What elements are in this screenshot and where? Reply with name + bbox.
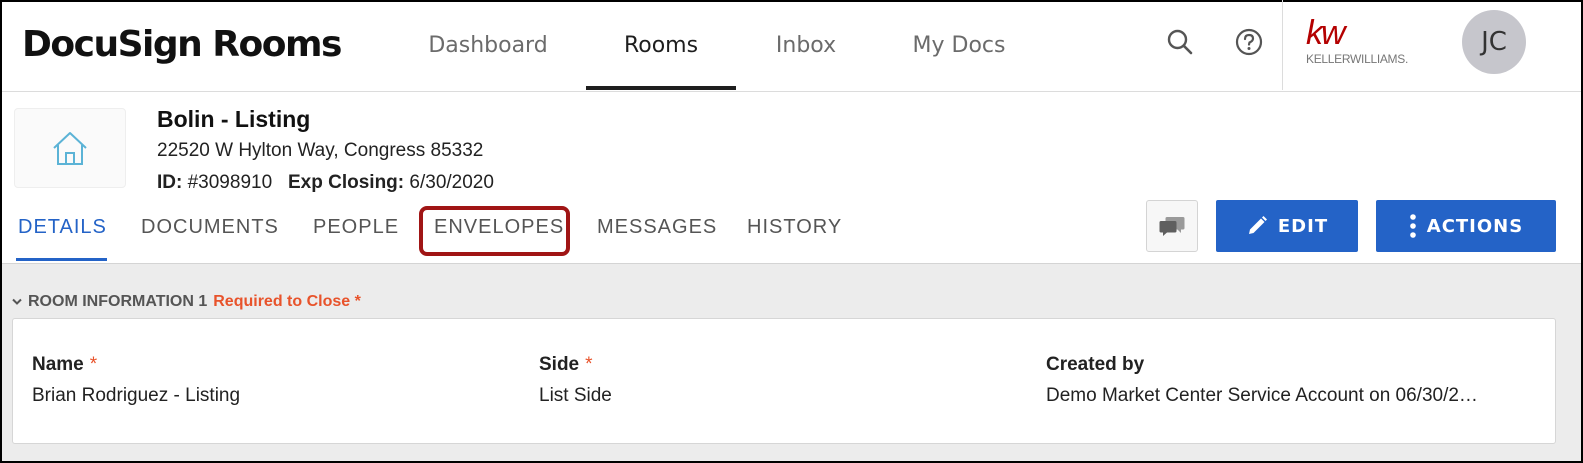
room-address: 22520 W Hylton Way, Congress 85332 (157, 140, 484, 161)
room-id-value: #3098910 (187, 172, 273, 193)
side-required-star: * (585, 354, 593, 375)
section-toggle[interactable]: ROOM INFORMATION 1 Required to Close * (12, 293, 361, 311)
more-vertical-icon (1409, 214, 1416, 238)
tab-messages[interactable]: MESSAGES (597, 216, 717, 248)
tab-history[interactable]: HISTORY (747, 216, 842, 248)
header-divider (1282, 0, 1283, 90)
actions-label: ACTIONS (1426, 215, 1524, 237)
section-title: ROOM INFORMATION 1 (28, 293, 208, 310)
nav-active-indicator (586, 86, 736, 90)
nav-inbox[interactable]: Inbox (756, 0, 856, 90)
nav-dashboard[interactable]: Dashboard (408, 0, 568, 90)
name-label-text: Name (32, 354, 84, 375)
chat-button[interactable] (1146, 200, 1198, 252)
edit-label: EDIT (1277, 215, 1329, 237)
actions-button[interactable]: ACTIONS (1376, 200, 1556, 252)
brand-text: KELLERWILLIAMS. (1306, 52, 1408, 66)
nav-my-docs[interactable]: My Docs (892, 0, 1026, 90)
room-id-label: ID: (157, 172, 183, 193)
room-info-card (12, 318, 1556, 444)
chevron-down-icon (12, 298, 22, 305)
field-label-name: Name * (32, 354, 97, 376)
nav-rooms[interactable]: Rooms (586, 0, 736, 90)
closing-label: Exp Closing: (288, 172, 405, 193)
tab-documents[interactable]: DOCUMENTS (141, 216, 279, 248)
room-thumbnail (14, 108, 126, 188)
room-meta: ID: #3098910 Exp Closing: 6/30/2020 (157, 172, 494, 194)
help-icon[interactable] (1229, 22, 1269, 62)
field-value-created-by: Demo Market Center Service Account on 06… (1046, 385, 1478, 406)
section-required-note: Required to Close * (213, 293, 361, 310)
pencil-icon (1248, 216, 1267, 234)
created-by-label-text: Created by (1046, 354, 1145, 375)
tab-active-indicator (16, 258, 107, 261)
field-label-created-by: Created by (1046, 354, 1144, 376)
closing-value: 6/30/2020 (409, 172, 494, 193)
user-avatar[interactable]: JC (1462, 10, 1526, 74)
side-label-text: Side (539, 354, 580, 375)
room-title: Bolin - Listing (157, 106, 311, 132)
chat-icon (1159, 217, 1185, 236)
tab-people[interactable]: PEOPLE (313, 216, 399, 248)
app-logo[interactable]: DocuSign Rooms (22, 24, 342, 65)
field-value-side: List Side (539, 385, 612, 406)
edit-button[interactable]: EDIT (1216, 200, 1358, 252)
name-required-star: * (89, 354, 98, 375)
field-value-name: Brian Rodriguez - Listing (32, 385, 241, 406)
envelopes-highlight-box (419, 206, 570, 256)
search-icon[interactable] (1160, 22, 1200, 62)
field-label-side: Side * (539, 354, 593, 376)
house-icon (53, 132, 87, 165)
tab-details[interactable]: DETAILS (18, 216, 107, 248)
brand-mark: kw (1306, 14, 1346, 52)
brand-logo: kw KELLERWILLIAMS. (1306, 16, 1426, 72)
